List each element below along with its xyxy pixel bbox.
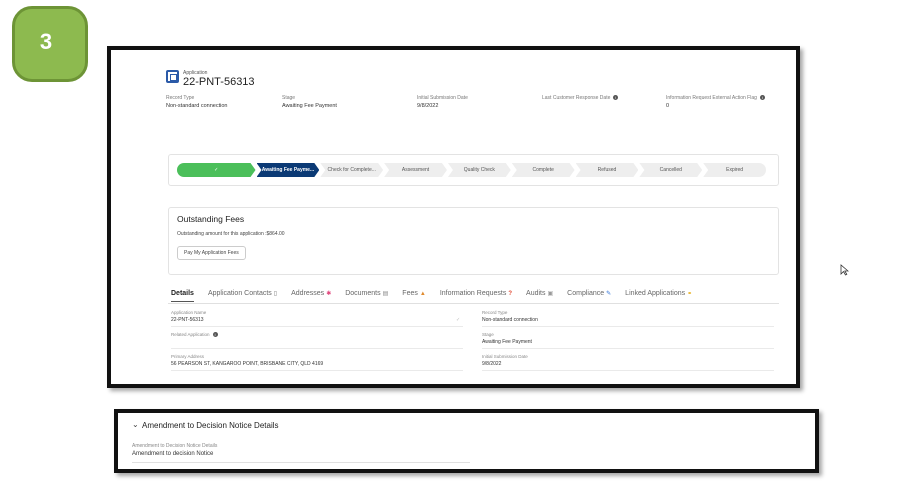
tab-information-requests-label: Information Requests — [439, 290, 507, 297]
detail-stage-value: Awaiting Fee Payment — [482, 339, 532, 345]
record-type-label: Record Type — [166, 95, 195, 101]
pencil-icon[interactable]: ✓ — [456, 317, 460, 323]
field-divider — [171, 326, 463, 327]
info-icon[interactable]: i — [759, 95, 765, 101]
initial-submission-date-value: 9/8/2022 — [417, 103, 439, 109]
path-step-expired[interactable]: Expired — [703, 163, 767, 177]
tab-linked-applications-label: Linked Applications — [625, 290, 686, 297]
record-tabs: Details Application Contacts ▯ Addresses ✱… — [171, 290, 706, 302]
tab-information-requests[interactable]: Information Requests? — [440, 290, 512, 302]
audit-icon: ▣ — [547, 291, 554, 297]
last-customer-response-date-text: Last Customer Response Date — [542, 95, 611, 101]
field-divider — [482, 348, 774, 349]
amendment-section-panel: ⌄ Amendment to Decision Notice Details A… — [114, 409, 819, 473]
field-divider — [482, 370, 774, 371]
tab-application-contacts-label: Application Contacts — [207, 290, 272, 297]
detail-stage-label: Stage — [482, 332, 494, 337]
info-icon[interactable]: i — [212, 332, 218, 338]
pay-application-fees-button[interactable]: Pay My Application Fees — [177, 246, 246, 260]
tab-documents-label: Documents — [345, 290, 381, 297]
pencil-icon: ✎ — [606, 291, 612, 297]
stage-value: Awaiting Fee Payment — [282, 103, 337, 109]
path-step-complete-stage[interactable]: Complete — [512, 163, 575, 177]
outstanding-fees-card: Outstanding Fees Outstanding amount for … — [168, 207, 779, 275]
stage-path: ✓ Awaiting Fee Payme... Check for Comple… — [177, 163, 767, 177]
link-icon: ⚭ — [687, 291, 693, 297]
stage-path-card: ✓ Awaiting Fee Payme... Check for Comple… — [168, 154, 779, 186]
application-name-label: Application Name — [171, 310, 207, 315]
asterisk-icon: ✱ — [326, 291, 332, 297]
contacts-icon: ▯ — [273, 291, 278, 297]
tab-fees[interactable]: Fees ▲ — [402, 290, 426, 302]
tabs-divider — [168, 303, 779, 304]
last-customer-response-date-label: Last Customer Response Date i — [542, 95, 619, 101]
outstanding-amount-text: Outstanding amount for this application … — [177, 231, 285, 237]
field-divider — [482, 326, 774, 327]
document-icon: ▤ — [382, 291, 389, 297]
tab-addresses[interactable]: Addresses ✱ — [291, 290, 331, 302]
amendment-field-value: Amendment to decision Notice — [132, 451, 214, 457]
path-step-complete[interactable]: ✓ — [177, 163, 256, 177]
mouse-cursor-icon — [840, 264, 849, 276]
info-request-flag-value: 0 — [666, 103, 670, 109]
application-record-icon — [166, 70, 179, 83]
tab-audits-label: Audits — [526, 290, 546, 297]
stage-label: Stage — [282, 95, 296, 101]
info-icon[interactable]: i — [613, 95, 619, 101]
field-divider — [171, 348, 463, 349]
path-step-check-for-completeness[interactable]: Check for Complete... — [320, 163, 383, 177]
tab-linked-applications[interactable]: Linked Applications ⚭ — [625, 290, 692, 302]
detail-submission-date-value: 9/8/2022 — [482, 361, 502, 367]
application-id-title: 22-PNT-56313 — [183, 76, 255, 88]
detail-record-type-label: Record Type — [482, 310, 508, 315]
tab-fees-label: Fees — [402, 290, 418, 297]
money-icon: ▲ — [419, 291, 426, 297]
step-number-badge: 3 — [12, 6, 88, 82]
application-record-panel: Application 22-PNT-56313 Record Type Non… — [107, 46, 800, 388]
tab-compliance-label: Compliance — [567, 290, 605, 297]
tab-compliance[interactable]: Compliance ✎ — [567, 290, 611, 302]
primary-address-label: Primary Address — [171, 354, 205, 359]
tab-details[interactable]: Details — [171, 290, 194, 302]
detail-record-type-value: Non-standard connection — [482, 317, 538, 323]
path-step-cancelled[interactable]: Cancelled — [639, 163, 702, 177]
tab-audits[interactable]: Audits ▣ — [526, 290, 553, 302]
amendment-section-title[interactable]: Amendment to Decision Notice Details — [142, 421, 279, 430]
initial-submission-date-label: Initial Submission Date — [417, 95, 468, 101]
related-application-text: Related Application — [171, 332, 210, 337]
primary-address-value: 56 PEARSON ST, KANGAROO POINT, BRISBANE … — [171, 361, 324, 367]
path-step-quality-check[interactable]: Quality Check — [448, 163, 511, 177]
amendment-field-label: Amendment to Decision Notice Details — [132, 443, 218, 449]
info-request-flag-label: Information Request External Action Flag… — [666, 95, 765, 101]
application-name-value: 22-PNT-56313 — [171, 317, 204, 323]
related-application-label: Related Application i — [171, 332, 218, 338]
field-divider — [132, 462, 470, 463]
detail-submission-date-label: Initial Submission Date — [482, 354, 528, 359]
chevron-down-icon[interactable]: ⌄ — [132, 420, 139, 429]
question-icon: ? — [508, 291, 513, 297]
tab-documents[interactable]: Documents ▤ — [345, 290, 388, 302]
record-type-value: Non-standard connection — [166, 103, 228, 109]
field-divider — [171, 370, 463, 371]
info-request-flag-text: Information Request External Action Flag — [666, 95, 757, 101]
path-step-assessment[interactable]: Assessment — [384, 163, 447, 177]
outstanding-fees-title: Outstanding Fees — [177, 214, 245, 224]
tab-application-contacts[interactable]: Application Contacts ▯ — [208, 290, 277, 302]
tab-details-label: Details — [171, 290, 194, 297]
path-step-refused[interactable]: Refused — [576, 163, 639, 177]
tab-addresses-label: Addresses — [291, 290, 325, 297]
path-step-awaiting-fee-payment[interactable]: Awaiting Fee Payme... — [257, 163, 320, 177]
